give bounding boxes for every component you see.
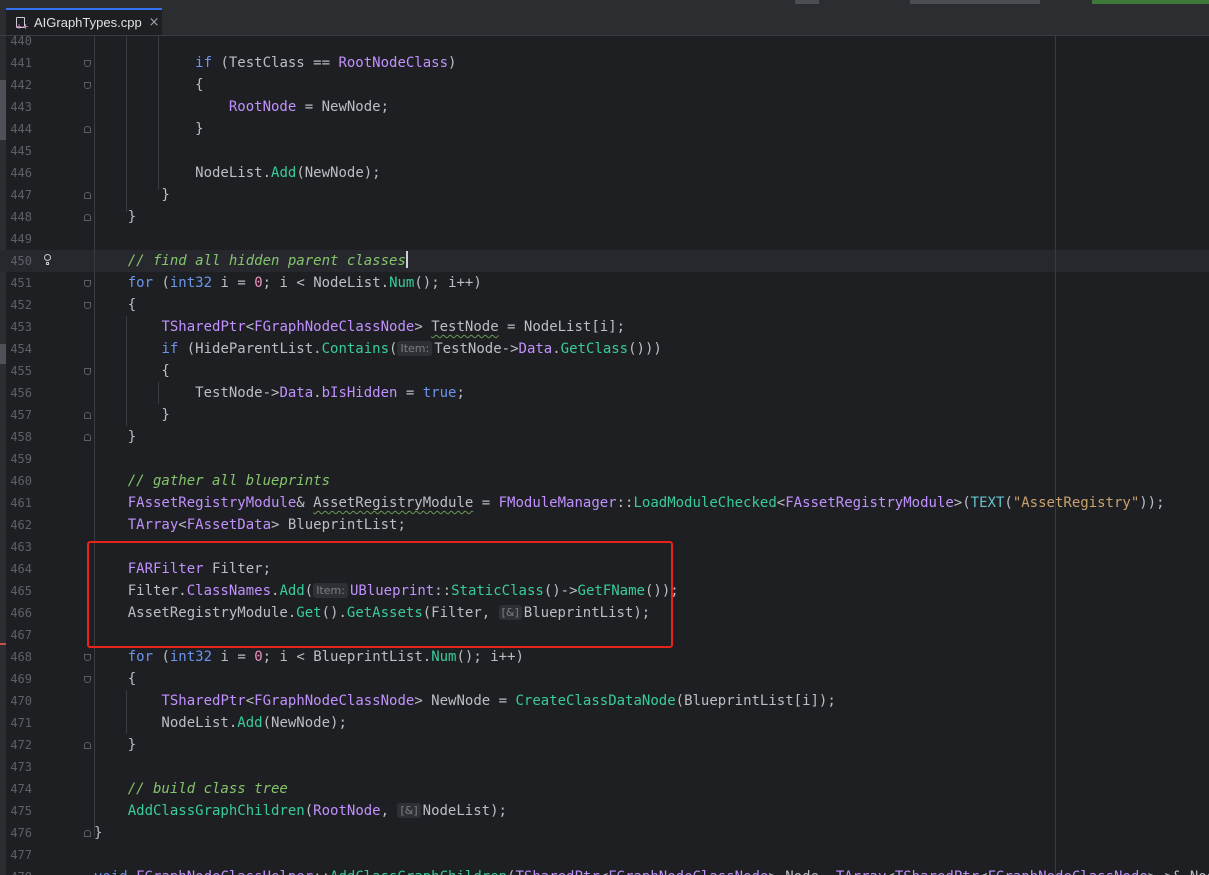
code-line[interactable]: } (94, 118, 203, 140)
line-number: 451 (10, 276, 32, 290)
line-number: 452 (10, 298, 32, 312)
line-number: 463 (10, 540, 32, 554)
code-line[interactable]: } (94, 404, 169, 426)
line-number: 466 (10, 606, 32, 620)
line-number: 469 (10, 672, 32, 686)
code-line[interactable]: if (HideParentList.Contains(Item: TestNod… (94, 338, 662, 360)
fold-marker-icon[interactable] (84, 742, 91, 749)
line-number: 474 (10, 782, 32, 796)
fold-marker-icon[interactable] (84, 368, 91, 375)
code-line[interactable]: TestNode->Data.bIsHidden = true; (94, 382, 465, 404)
line-number: 473 (10, 760, 32, 774)
fold-marker-icon[interactable] (84, 302, 91, 309)
code-line[interactable]: } (94, 822, 102, 844)
line-number: 442 (10, 78, 32, 92)
line-number: 475 (10, 804, 32, 818)
fold-marker-icon[interactable] (84, 654, 91, 661)
line-number: 459 (10, 452, 32, 466)
line-number: 465 (10, 584, 32, 598)
code-line[interactable]: NodeList.Add(NewNode); (94, 162, 380, 184)
code-line[interactable]: for (int32 i = 0; i < NodeList.Num(); i+… (94, 272, 482, 294)
error-marker (0, 643, 6, 645)
line-number: 467 (10, 628, 32, 642)
line-number: 470 (10, 694, 32, 708)
code-line[interactable]: { (94, 360, 169, 382)
toolbar-control[interactable] (795, 0, 819, 4)
line-number: 468 (10, 650, 32, 664)
line-number: 446 (10, 166, 32, 180)
line-number: 449 (10, 232, 32, 246)
code-line[interactable]: TSharedPtr<FGraphNodeClassNode> TestNode… (94, 316, 625, 338)
code-line[interactable]: } (94, 426, 136, 448)
code-line[interactable]: FAssetRegistryModule& AssetRegistryModul… (94, 492, 1165, 514)
fold-marker-icon[interactable] (84, 82, 91, 89)
line-number: 444 (10, 122, 32, 136)
fold-marker-icon[interactable] (84, 412, 91, 419)
code-line[interactable]: void FGraphNodeClassHelper::AddClassGrap… (94, 866, 1209, 875)
line-number: 464 (10, 562, 32, 576)
fold-marker-icon[interactable] (84, 434, 91, 441)
line-number: 477 (10, 848, 32, 862)
line-number: 447 (10, 188, 32, 202)
line-number: 462 (10, 518, 32, 532)
line-number: 445 (10, 144, 32, 158)
line-number: 478 (8, 866, 32, 875)
line-number: 448 (10, 210, 32, 224)
line-number: 450 (10, 254, 32, 268)
code-line[interactable]: if (TestClass == RootNodeClass) (94, 52, 456, 74)
code-line[interactable]: { (94, 668, 136, 690)
vertical-scrollbar[interactable] (1201, 36, 1209, 875)
code-line[interactable]: } (94, 184, 169, 206)
line-number: 443 (10, 100, 32, 114)
line-number: 454 (10, 342, 32, 356)
fold-marker-icon[interactable] (84, 214, 91, 221)
change-marker (0, 344, 6, 364)
fold-marker-icon[interactable] (84, 280, 91, 287)
line-number: 458 (10, 430, 32, 444)
code-line[interactable]: // build class tree (94, 778, 288, 800)
run-widget[interactable] (1092, 0, 1209, 4)
line-number: 472 (10, 738, 32, 752)
code-line[interactable]: RootNode = NewNode; (94, 96, 389, 118)
fold-marker-icon[interactable] (84, 126, 91, 133)
change-marker (0, 80, 6, 140)
toolbar-control[interactable] (910, 0, 1040, 4)
code-line[interactable]: } (94, 734, 136, 756)
code-line[interactable]: for (int32 i = 0; i < BlueprintList.Num(… (94, 646, 524, 668)
line-number: 460 (10, 474, 32, 488)
right-margin-guide (1055, 36, 1056, 875)
fold-marker-icon[interactable] (84, 676, 91, 683)
code-line[interactable]: { (94, 294, 136, 316)
cpp-file-icon: ++ (14, 16, 29, 31)
tab-filename: AIGraphTypes.cpp (34, 15, 142, 30)
close-tab-icon[interactable]: × (149, 15, 160, 30)
code-line[interactable]: AddClassGraphChildren(RootNode, [&] NodeL… (94, 800, 507, 822)
ide-window: ++ AIGraphTypes.cpp × 440 441 442 443 444 445… (0, 0, 1209, 875)
code-line[interactable]: TArray<FAssetData> BlueprintList; (94, 514, 406, 536)
code-line[interactable]: { (94, 74, 203, 96)
fold-marker-icon[interactable] (84, 60, 91, 67)
left-tool-strip (0, 36, 6, 875)
line-number: 456 (10, 386, 32, 400)
code-line[interactable]: } (94, 206, 136, 228)
line-number: 461 (10, 496, 32, 510)
line-number: 441 (10, 56, 32, 70)
line-number: 453 (10, 320, 32, 334)
code-line[interactable]: // find all hidden parent classes (94, 250, 408, 272)
fold-marker-icon[interactable] (84, 192, 91, 199)
line-number: 471 (10, 716, 32, 730)
line-number: 440 (10, 34, 32, 48)
line-number: 476 (10, 826, 32, 840)
code-line[interactable]: // gather all blueprints (94, 470, 330, 492)
code-line[interactable]: TSharedPtr<FGraphNodeClassNode> NewNode … (94, 690, 835, 712)
lightbulb-icon[interactable] (41, 254, 53, 268)
editor-tab-bar: ++ AIGraphTypes.cpp × (0, 0, 1209, 36)
toolbar-strip (0, 0, 1209, 8)
line-number: 455 (10, 364, 32, 378)
fold-marker-icon[interactable] (84, 830, 91, 837)
code-line[interactable]: NodeList.Add(NewNode); (94, 712, 346, 734)
line-number: 457 (10, 408, 32, 422)
annotation-highlight-box (87, 541, 673, 648)
